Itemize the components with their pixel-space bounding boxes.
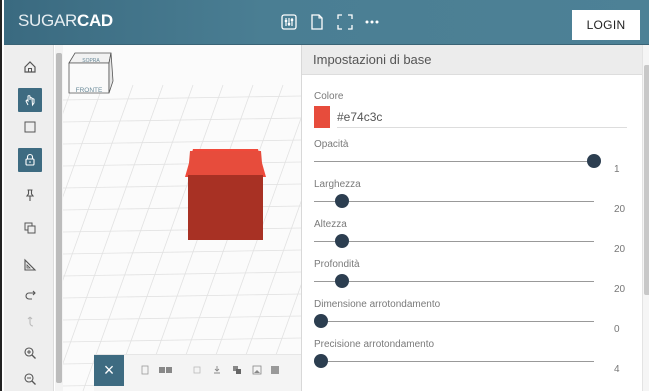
slider-thumb[interactable] bbox=[314, 314, 328, 328]
slider-value: 20 bbox=[614, 204, 626, 215]
undo-button[interactable] bbox=[18, 309, 42, 333]
cubes-icon[interactable] bbox=[158, 365, 178, 375]
pin-button[interactable] bbox=[18, 183, 42, 207]
home-icon bbox=[24, 61, 36, 73]
document-icon[interactable] bbox=[309, 14, 325, 30]
slider-track[interactable] bbox=[314, 321, 594, 322]
panel-scrollbar[interactable] bbox=[642, 45, 649, 391]
duplicate-button[interactable] bbox=[18, 216, 42, 240]
hand-icon bbox=[25, 94, 35, 107]
slider-label: Dimensione arrotondamento bbox=[314, 299, 441, 310]
close-button[interactable]: × bbox=[94, 355, 124, 386]
lock-button[interactable] bbox=[18, 148, 42, 172]
ruler-icon bbox=[24, 258, 37, 271]
logo-bold-text: CAD bbox=[76, 11, 113, 30]
lock-icon bbox=[25, 153, 35, 166]
view-cube[interactable]: SOPRA FRONTE bbox=[68, 52, 114, 94]
viewcube-front-label: FRONTE bbox=[76, 87, 103, 94]
slider-label: Altezza bbox=[314, 219, 347, 230]
undo-icon bbox=[27, 316, 34, 327]
scrollbar-thumb[interactable] bbox=[56, 53, 62, 383]
settings-panel: Impostazioni di base Colore #e74c3c Opac… bbox=[301, 45, 642, 391]
viewcube-top-label: SOPRA bbox=[82, 58, 100, 64]
more-icon[interactable] bbox=[364, 14, 380, 30]
stack-icon[interactable] bbox=[232, 365, 242, 375]
home-button[interactable] bbox=[18, 55, 42, 79]
slider-thumb[interactable] bbox=[335, 274, 349, 288]
slider-value: 20 bbox=[614, 244, 626, 255]
slider-label: Precisione arrotondamento bbox=[314, 339, 435, 350]
slider-value: 4 bbox=[614, 364, 620, 375]
select-box-button[interactable] bbox=[18, 115, 42, 139]
equalizer-icon[interactable] bbox=[281, 14, 297, 30]
slider-thumb[interactable] bbox=[335, 194, 349, 208]
grid-icon[interactable] bbox=[270, 365, 280, 375]
measure-button[interactable] bbox=[18, 253, 42, 277]
app-logo[interactable]: SUGARCAD bbox=[18, 11, 113, 31]
color-input[interactable]: #e74c3c bbox=[337, 106, 627, 128]
panel-header: Impostazioni di base bbox=[302, 45, 642, 75]
square-select-icon bbox=[24, 121, 36, 133]
pan-button[interactable] bbox=[18, 88, 42, 112]
slider-value: 1 bbox=[614, 164, 620, 175]
panel-title: Impostazioni di base bbox=[313, 52, 432, 67]
slider-track[interactable] bbox=[314, 161, 594, 162]
slider-value: 20 bbox=[614, 284, 626, 295]
login-button[interactable]: LOGIN bbox=[572, 10, 640, 40]
slider-label: Opacità bbox=[314, 139, 349, 150]
logo-light-text: SUGAR bbox=[18, 11, 77, 30]
color-swatch[interactable] bbox=[314, 106, 330, 128]
zoom-in-icon bbox=[24, 347, 36, 359]
slider-label: Profondità bbox=[314, 259, 360, 270]
cube-outline-icon[interactable] bbox=[192, 365, 202, 375]
slider-track[interactable] bbox=[314, 201, 594, 202]
redo-icon bbox=[25, 290, 36, 300]
fullscreen-icon[interactable] bbox=[337, 14, 353, 30]
slider-thumb[interactable] bbox=[314, 354, 328, 368]
zoom-out-icon bbox=[24, 373, 36, 385]
file-icon[interactable] bbox=[140, 365, 150, 375]
scrollbar-thumb[interactable] bbox=[644, 65, 649, 295]
zoom-in-button[interactable] bbox=[18, 341, 42, 365]
toolbar-scrollbar[interactable] bbox=[55, 45, 63, 391]
zoom-out-button[interactable] bbox=[18, 367, 42, 391]
copy-icon bbox=[24, 222, 36, 234]
3d-viewport[interactable]: SOPRA FRONTE bbox=[63, 45, 301, 391]
export-icon[interactable] bbox=[212, 365, 222, 375]
slider-thumb[interactable] bbox=[335, 234, 349, 248]
slider-label: Larghezza bbox=[314, 179, 361, 190]
slider-track[interactable] bbox=[314, 281, 594, 282]
top-header: SUGARCAD LOGIN bbox=[4, 0, 649, 45]
floor-grid: SOPRA FRONTE bbox=[63, 52, 301, 391]
redo-button[interactable] bbox=[18, 283, 42, 307]
app-window: SUGARCAD LOGIN SOPRA FRONTE × Impostazio… bbox=[0, 0, 649, 391]
slider-value: 0 bbox=[614, 324, 620, 335]
pin-icon bbox=[25, 189, 35, 201]
slider-thumb[interactable] bbox=[587, 154, 601, 168]
red-cube[interactable] bbox=[185, 149, 266, 240]
bottom-toolbar: × bbox=[94, 354, 301, 391]
slider-track[interactable] bbox=[314, 361, 594, 362]
color-label: Colore bbox=[314, 91, 344, 102]
left-toolbar bbox=[4, 45, 54, 391]
slider-track[interactable] bbox=[314, 241, 594, 242]
image-icon[interactable] bbox=[252, 365, 262, 375]
